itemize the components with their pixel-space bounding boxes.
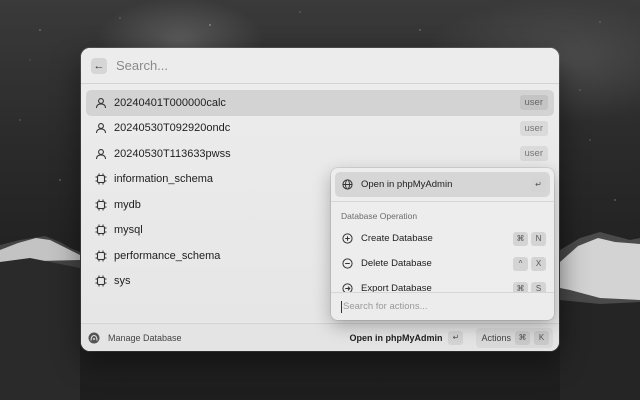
database-chip-icon (94, 249, 108, 263)
n-key-hint: N (531, 231, 546, 246)
k-key-hint: K (534, 330, 549, 345)
action-search-bar (331, 292, 554, 320)
user-icon (94, 147, 108, 161)
list-item[interactable]: 20240530T092920ondc user (86, 116, 554, 142)
list-item-label: 20240530T113633pwss (114, 147, 231, 160)
globe-icon (341, 179, 353, 191)
list-item[interactable]: 20240401T000000calc user (86, 90, 554, 116)
delete-database-action[interactable]: Delete Database ^ X (335, 251, 550, 276)
command-key-hint: ⌘ (513, 231, 528, 246)
database-chip-icon (94, 223, 108, 237)
database-chip-icon (94, 172, 108, 186)
footer-title: Manage Database (108, 332, 182, 343)
text-caret (341, 300, 342, 313)
actions-label: Actions (481, 332, 511, 343)
user-tag: user (519, 146, 548, 162)
popover-primary-section: Open in phpMyAdmin ↵ (331, 168, 554, 202)
section-title: Database Operation (341, 211, 418, 221)
arrow-left-icon: ← (93, 59, 105, 72)
user-icon (94, 121, 108, 135)
database-chip-icon (94, 274, 108, 288)
open-phpmyadmin-button[interactable]: Open in phpMyAdmin (349, 333, 442, 343)
action-label: Open in phpMyAdmin (361, 179, 453, 190)
database-chip-icon (94, 198, 108, 212)
user-tag: user (519, 120, 548, 136)
action-search-input[interactable] (343, 301, 533, 312)
list-item[interactable]: 20240530T113633pwss user (86, 141, 554, 167)
user-icon (94, 96, 108, 110)
search-bar: ← (81, 48, 559, 84)
list-item-label: 20240530T092920ondc (114, 122, 231, 135)
return-key-hint: ↵ (531, 177, 546, 192)
minus-circle-icon (341, 258, 353, 270)
user-tag: user (519, 95, 548, 111)
command-key-hint: ⌘ (515, 330, 530, 345)
control-key-hint: ^ (513, 256, 528, 271)
return-key-hint: ↵ (448, 330, 464, 345)
action-label: Create Database (361, 233, 433, 244)
create-database-action[interactable]: Create Database ⌘ N (335, 226, 550, 251)
back-button[interactable]: ← (91, 57, 107, 74)
app-logo-icon (88, 332, 100, 344)
search-input[interactable] (116, 58, 516, 73)
actions-button[interactable]: Actions ⌘ K (476, 327, 553, 348)
open-in-phpmyadmin-action[interactable]: Open in phpMyAdmin ↵ (335, 172, 550, 197)
action-label: Delete Database (361, 258, 432, 269)
x-key-hint: X (531, 256, 546, 271)
plus-circle-icon (341, 233, 353, 245)
list-item-label: 20240401T000000calc (114, 96, 226, 109)
footer-bar: Manage Database Open in phpMyAdmin ↵ Act… (81, 323, 559, 351)
actions-popover: Open in phpMyAdmin ↵ Database Operation … (331, 168, 554, 320)
